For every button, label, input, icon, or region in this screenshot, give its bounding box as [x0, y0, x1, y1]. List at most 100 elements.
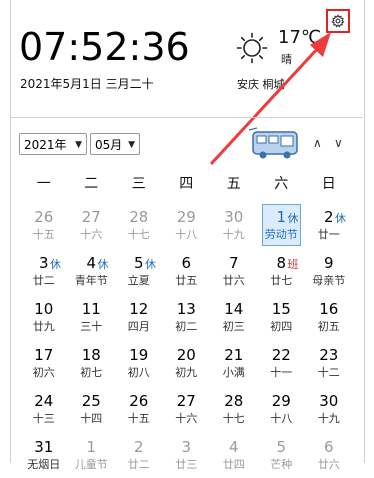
day-cell[interactable]: 27 十六	[163, 386, 211, 432]
day-cell[interactable]: 25 十四	[68, 386, 116, 432]
day-cell[interactable]: 27 十六	[68, 202, 116, 248]
day-cell[interactable]: 3 廿二休	[20, 248, 68, 294]
day-cell[interactable]: 11 三十	[68, 294, 116, 340]
lunar-label: 廿四	[222, 458, 245, 471]
day-number: 30	[224, 208, 244, 226]
day-cell[interactable]: 26 十五	[115, 386, 163, 432]
day-number: 25	[81, 392, 101, 410]
day-cell[interactable]: 12 四月	[115, 294, 163, 340]
weekday-label: 一	[36, 176, 51, 192]
day-cell[interactable]: 30 十九	[305, 386, 353, 432]
day-cell[interactable]: 28 十七	[210, 386, 258, 432]
weekday-label: 日	[321, 176, 336, 192]
day-cell[interactable]: 20 初九	[163, 340, 211, 386]
day-number: 13	[176, 300, 196, 318]
day-cell[interactable]: 19 初八	[115, 340, 163, 386]
lunar-label: 十八	[175, 228, 198, 241]
header-divider	[10, 117, 363, 118]
day-cell[interactable]: 26 十五	[20, 202, 68, 248]
day-number: 18	[81, 346, 101, 364]
holiday-badge: 休	[97, 258, 109, 271]
lunar-label: 十二	[317, 366, 340, 379]
day-cell[interactable]: 28 十七	[115, 202, 163, 248]
day-cell[interactable]: 30 十九	[210, 202, 258, 248]
settings-button[interactable]	[326, 9, 350, 33]
lunar-label: 十八	[270, 412, 293, 425]
lunar-label: 母亲节	[312, 274, 346, 287]
lunar-label: 十六	[80, 228, 103, 241]
day-number: 4	[228, 438, 239, 456]
chevron-down-icon: ▼	[128, 140, 135, 150]
lunar-label: 廿七	[270, 274, 293, 287]
day-cell[interactable]: 29 十八	[258, 386, 306, 432]
day-cell[interactable]: 23 十二	[305, 340, 353, 386]
lunar-label: 十六	[175, 412, 198, 425]
day-number: 31	[34, 438, 54, 456]
weekday-label: 六	[274, 176, 289, 192]
day-number: 10	[34, 300, 54, 318]
day-cell[interactable]: 21 小满	[210, 340, 258, 386]
lunar-label: 廿六	[317, 458, 340, 471]
day-number: 28	[224, 392, 244, 410]
lunar-label: 廿二	[32, 274, 55, 287]
day-cell[interactable]: 13 初二	[163, 294, 211, 340]
day-cell[interactable]: 18 初七	[68, 340, 116, 386]
lunar-label: 廿三	[175, 458, 198, 471]
day-cell[interactable]: 29 十八	[163, 202, 211, 248]
day-cell[interactable]: 9 母亲节	[305, 248, 353, 294]
lunar-label: 十五	[127, 412, 150, 425]
weekday-label: 五	[226, 176, 241, 192]
day-cell[interactable]: 14 初三	[210, 294, 258, 340]
day-number: 12	[129, 300, 149, 318]
year-select[interactable]: 2021年 ▼	[19, 133, 87, 155]
lunar-label: 儿童节	[74, 458, 108, 471]
day-number: 23	[319, 346, 339, 364]
day-number: 17	[34, 346, 54, 364]
day-cell[interactable]: 8 廿七班	[258, 248, 306, 294]
weather-condition: 晴	[281, 53, 292, 66]
day-cell[interactable]: 4 廿四	[210, 432, 258, 478]
day-cell[interactable]: 10 廿九	[20, 294, 68, 340]
day-cell[interactable]: 22 十一	[258, 340, 306, 386]
day-number: 30	[319, 392, 339, 410]
lunar-label: 廿一	[317, 228, 340, 241]
day-cell[interactable]: 15 初四	[258, 294, 306, 340]
day-number: 14	[224, 300, 244, 318]
year-value: 2021年	[24, 138, 67, 152]
day-cell-today[interactable]: 1 劳动节休	[258, 202, 306, 248]
sun-icon	[236, 32, 268, 64]
day-number: 16	[319, 300, 339, 318]
day-number: 6	[181, 254, 192, 272]
lunar-label: 立夏	[127, 274, 150, 287]
day-number: 29	[271, 392, 291, 410]
day-cell[interactable]: 2 廿二	[115, 432, 163, 478]
day-cell[interactable]: 6 廿五	[163, 248, 211, 294]
lunar-label: 三十	[80, 320, 103, 333]
day-cell[interactable]: 7 廿六	[210, 248, 258, 294]
day-number: 29	[176, 208, 196, 226]
day-cell[interactable]: 1 儿童节	[68, 432, 116, 478]
day-cell[interactable]: 5 立夏休	[115, 248, 163, 294]
day-cell[interactable]: 6 廿六	[305, 432, 353, 478]
day-cell[interactable]: 3 廿三	[163, 432, 211, 478]
day-cell[interactable]: 4 青年节休	[68, 248, 116, 294]
lunar-label: 初五	[317, 320, 340, 333]
day-number: 6	[323, 438, 334, 456]
day-number: 15	[271, 300, 291, 318]
prev-month-button[interactable]: ∧	[313, 136, 322, 150]
day-cell[interactable]: 17 初六	[20, 340, 68, 386]
day-cell[interactable]: 24 十三	[20, 386, 68, 432]
month-select[interactable]: 05月 ▼	[90, 133, 140, 155]
next-month-button[interactable]: ∨	[334, 136, 343, 150]
day-cell[interactable]: 2 廿一休	[305, 202, 353, 248]
weather-city[interactable]: 安庆 桐城	[237, 76, 285, 92]
weekday-label: 二	[84, 176, 99, 192]
day-cell[interactable]: 31 无烟日	[20, 432, 68, 478]
lunar-label: 十四	[80, 412, 103, 425]
day-cell[interactable]: 16 初五	[305, 294, 353, 340]
chevron-down-icon: ▼	[75, 140, 82, 150]
day-number: 24	[34, 392, 54, 410]
lunar-label: 十三	[32, 412, 55, 425]
day-cell[interactable]: 5 芒种	[258, 432, 306, 478]
day-number: 11	[81, 300, 101, 318]
